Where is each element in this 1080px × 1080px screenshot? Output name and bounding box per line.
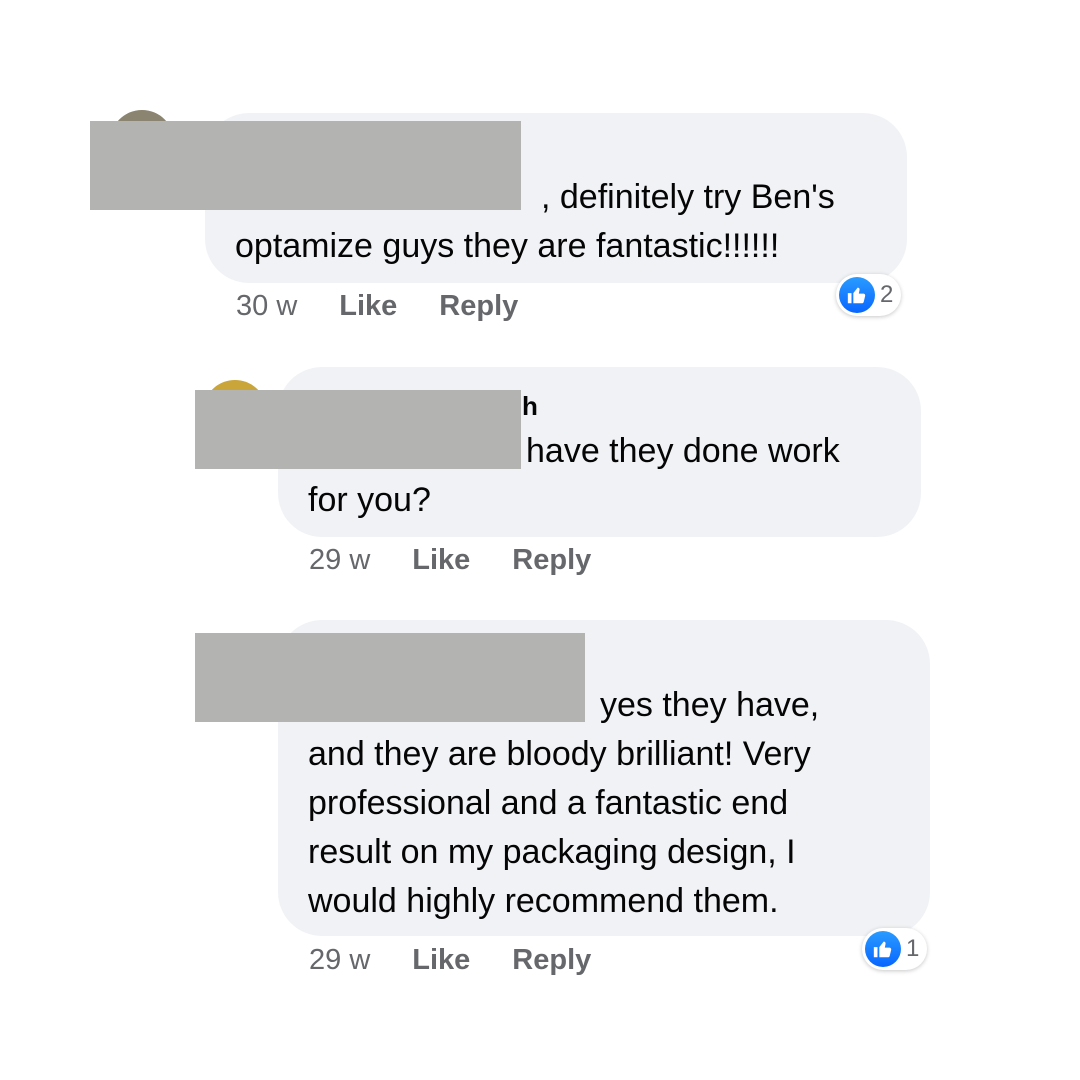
redaction-block bbox=[90, 121, 521, 210]
redaction-block bbox=[195, 390, 521, 469]
redaction-block bbox=[195, 633, 585, 722]
like-button[interactable]: Like bbox=[412, 544, 470, 577]
comment-text-line: optamize guys they are fantastic!!!!!! bbox=[235, 227, 780, 265]
reply-button[interactable]: Reply bbox=[512, 944, 591, 977]
comment-actions: 29 w Like Reply bbox=[309, 944, 591, 977]
comment-actions: 30 w Like Reply bbox=[236, 290, 518, 323]
reaction-count: 2 bbox=[880, 281, 894, 308]
comment-actions: 29 w Like Reply bbox=[309, 544, 591, 577]
comment-timestamp[interactable]: 29 w bbox=[309, 544, 370, 577]
like-button[interactable]: Like bbox=[339, 290, 397, 323]
reply-button[interactable]: Reply bbox=[439, 290, 518, 323]
comment-text-line: would highly recommend them. bbox=[308, 882, 779, 920]
like-button[interactable]: Like bbox=[412, 944, 470, 977]
reaction-badge[interactable]: 2 bbox=[836, 274, 902, 316]
reply-button[interactable]: Reply bbox=[512, 544, 591, 577]
reaction-badge[interactable]: 1 bbox=[862, 928, 928, 970]
comment-text-line: and they are bloody brilliant! Very bbox=[308, 735, 811, 773]
comment-text-line: for you? bbox=[308, 481, 431, 519]
comment-timestamp[interactable]: 29 w bbox=[309, 944, 370, 977]
comment-timestamp[interactable]: 30 w bbox=[236, 290, 297, 323]
comment-author[interactable]: h bbox=[522, 391, 538, 421]
comment-text-line: professional and a fantastic end bbox=[308, 784, 789, 822]
like-thumb-icon bbox=[839, 277, 875, 313]
like-thumb-icon bbox=[865, 931, 901, 967]
comment-text-line: result on my packaging design, I bbox=[308, 833, 796, 871]
comment-author-name[interactable]: h bbox=[522, 391, 538, 421]
reaction-count: 1 bbox=[906, 935, 920, 962]
